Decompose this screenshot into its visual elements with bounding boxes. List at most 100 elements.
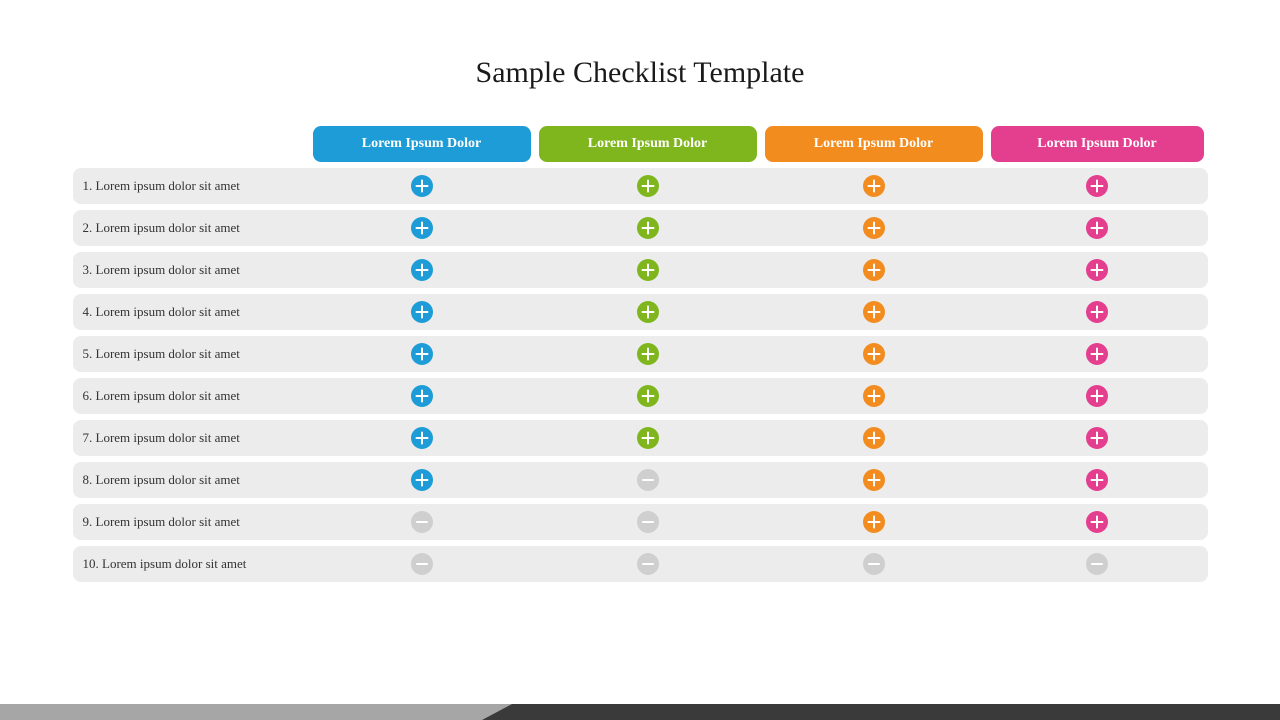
plus-icon	[863, 427, 885, 449]
cell	[309, 175, 535, 197]
cell	[761, 469, 987, 491]
cell	[761, 175, 987, 197]
cell	[761, 385, 987, 407]
table-row: 9. Lorem ipsum dolor sit amet	[73, 504, 1208, 540]
plus-icon	[637, 343, 659, 365]
cell	[535, 427, 761, 449]
plus-icon	[411, 469, 433, 491]
minus-icon	[637, 469, 659, 491]
cell	[535, 385, 761, 407]
plus-icon	[411, 259, 433, 281]
plus-icon	[863, 259, 885, 281]
cell	[761, 301, 987, 323]
footer-bar-dark	[482, 704, 1280, 720]
table-row: 4. Lorem ipsum dolor sit amet	[73, 294, 1208, 330]
column-header-1: Lorem Ipsum Dolor	[313, 126, 531, 162]
minus-icon	[637, 553, 659, 575]
plus-icon	[411, 175, 433, 197]
cell	[535, 217, 761, 239]
cell	[987, 553, 1208, 575]
cell	[535, 301, 761, 323]
plus-icon	[637, 427, 659, 449]
cell	[987, 259, 1208, 281]
plus-icon	[411, 217, 433, 239]
row-label: 4. Lorem ipsum dolor sit amet	[73, 304, 309, 320]
cell	[987, 511, 1208, 533]
cell	[535, 553, 761, 575]
cell	[987, 385, 1208, 407]
cell	[309, 553, 535, 575]
header-spacer	[73, 126, 309, 162]
cell	[309, 343, 535, 365]
table-header-row: Lorem Ipsum Dolor Lorem Ipsum Dolor Lorem …	[73, 126, 1208, 162]
plus-icon	[411, 427, 433, 449]
table-row: 5. Lorem ipsum dolor sit amet	[73, 336, 1208, 372]
plus-icon	[863, 511, 885, 533]
table-row: 10. Lorem ipsum dolor sit amet	[73, 546, 1208, 582]
plus-icon	[863, 469, 885, 491]
plus-icon	[637, 217, 659, 239]
column-header-label: Lorem Ipsum Dolor	[362, 136, 482, 152]
table-row: 8. Lorem ipsum dolor sit amet	[73, 462, 1208, 498]
table-row: 2. Lorem ipsum dolor sit amet	[73, 210, 1208, 246]
plus-icon	[1086, 217, 1108, 239]
page-title: Sample Checklist Template	[476, 56, 805, 90]
plus-icon	[637, 385, 659, 407]
cell	[761, 427, 987, 449]
footer-bar-gray	[0, 704, 512, 720]
minus-icon	[863, 553, 885, 575]
checklist-table: Lorem Ipsum Dolor Lorem Ipsum Dolor Lorem …	[73, 126, 1208, 588]
cell	[761, 343, 987, 365]
plus-icon	[1086, 343, 1108, 365]
cell	[309, 427, 535, 449]
cell	[761, 553, 987, 575]
column-header-label: Lorem Ipsum Dolor	[1037, 136, 1157, 152]
cell	[987, 175, 1208, 197]
cell	[309, 217, 535, 239]
plus-icon	[1086, 511, 1108, 533]
table-row: 1. Lorem ipsum dolor sit amet	[73, 168, 1208, 204]
cell	[535, 175, 761, 197]
row-label: 1. Lorem ipsum dolor sit amet	[73, 178, 309, 194]
row-label: 8. Lorem ipsum dolor sit amet	[73, 472, 309, 488]
column-header-label: Lorem Ipsum Dolor	[588, 136, 708, 152]
plus-icon	[863, 385, 885, 407]
column-header-2: Lorem Ipsum Dolor	[539, 126, 757, 162]
minus-icon	[411, 553, 433, 575]
row-label: 6. Lorem ipsum dolor sit amet	[73, 388, 309, 404]
row-label: 7. Lorem ipsum dolor sit amet	[73, 430, 309, 446]
cell	[309, 385, 535, 407]
cell	[535, 469, 761, 491]
cell	[761, 217, 987, 239]
cell	[987, 301, 1208, 323]
cell	[987, 427, 1208, 449]
plus-icon	[863, 343, 885, 365]
minus-icon	[411, 511, 433, 533]
cell	[987, 217, 1208, 239]
plus-icon	[1086, 259, 1108, 281]
cell	[987, 343, 1208, 365]
plus-icon	[1086, 301, 1108, 323]
cell	[761, 259, 987, 281]
table-row: 7. Lorem ipsum dolor sit amet	[73, 420, 1208, 456]
plus-icon	[1086, 385, 1108, 407]
column-header-4: Lorem Ipsum Dolor	[991, 126, 1204, 162]
plus-icon	[1086, 427, 1108, 449]
row-label: 9. Lorem ipsum dolor sit amet	[73, 514, 309, 530]
cell	[761, 511, 987, 533]
plus-icon	[637, 259, 659, 281]
cell	[309, 469, 535, 491]
plus-icon	[411, 301, 433, 323]
plus-icon	[863, 175, 885, 197]
plus-icon	[411, 385, 433, 407]
plus-icon	[411, 343, 433, 365]
minus-icon	[1086, 553, 1108, 575]
plus-icon	[637, 301, 659, 323]
plus-icon	[637, 175, 659, 197]
cell	[535, 259, 761, 281]
cell	[535, 343, 761, 365]
minus-icon	[637, 511, 659, 533]
plus-icon	[863, 301, 885, 323]
cell	[535, 511, 761, 533]
cell	[309, 511, 535, 533]
